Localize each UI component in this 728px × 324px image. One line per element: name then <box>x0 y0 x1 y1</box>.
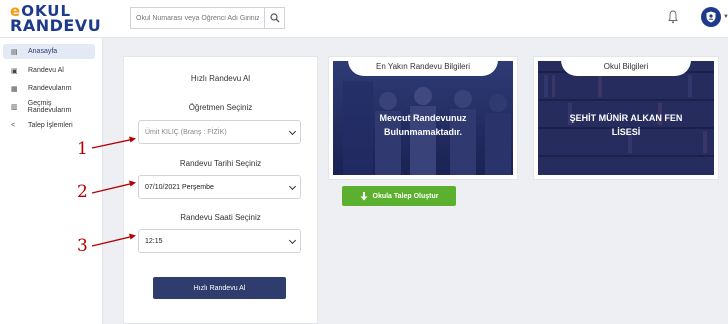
annotation-arrowhead-3 <box>129 233 136 240</box>
annotation-arrow-1 <box>91 138 135 149</box>
annotation-number-2: 2 <box>77 182 88 202</box>
annotation-number-1: 1 <box>77 139 88 159</box>
annotation-arrowhead-1 <box>129 136 136 143</box>
annotation-arrow-3 <box>91 235 135 247</box>
annotation-arrowhead-2 <box>129 180 136 187</box>
annotation-arrows <box>91 136 136 247</box>
annotation-number-3: 3 <box>77 236 88 256</box>
annotation-arrow-2 <box>91 182 135 194</box>
